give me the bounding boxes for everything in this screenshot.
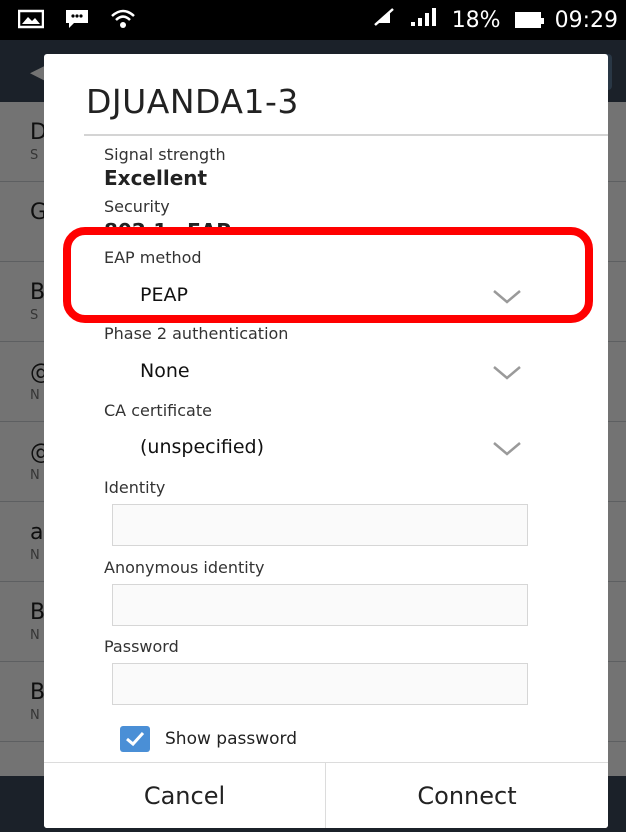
title-divider [84, 134, 608, 136]
ca-certificate-dropdown[interactable]: (unspecified) [104, 428, 544, 470]
show-password-label: Show password [165, 729, 297, 749]
identity-input[interactable] [112, 504, 528, 546]
dialog-title: DJUANDA1-3 [86, 82, 299, 121]
cancel-button[interactable]: Cancel [44, 763, 326, 828]
wifi-icon [110, 8, 136, 34]
dialog-button-row: Cancel Connect [44, 762, 608, 828]
show-password-checkbox[interactable] [120, 726, 150, 752]
signal-strength-label: Signal strength [104, 145, 226, 164]
security-label: Security [104, 197, 170, 216]
phase2-auth-label: Phase 2 authentication [104, 324, 289, 343]
password-input[interactable] [112, 663, 528, 705]
connect-button[interactable]: Connect [326, 763, 608, 828]
signal-strength-value: Excellent [104, 166, 208, 190]
no-sim-icon [372, 7, 396, 33]
bbm-icon [64, 8, 90, 34]
identity-label: Identity [104, 478, 166, 497]
signal-icon [410, 7, 438, 33]
password-label: Password [104, 637, 179, 656]
chevron-down-icon [493, 366, 521, 380]
clock: 09:29 [554, 7, 618, 33]
checkmark-icon [126, 731, 145, 747]
anonymous-identity-label: Anonymous identity [104, 558, 265, 577]
battery-icon [514, 12, 544, 28]
phase2-auth-value: None [140, 360, 190, 382]
ca-certificate-label: CA certificate [104, 401, 212, 420]
gallery-icon [17, 9, 45, 33]
ca-certificate-value: (unspecified) [140, 436, 265, 458]
battery-percent: 18% [451, 7, 501, 33]
anonymous-identity-input[interactable] [112, 584, 528, 626]
phase2-auth-dropdown[interactable]: None [104, 352, 544, 394]
chevron-down-icon [493, 442, 521, 456]
wifi-config-dialog: DJUANDA1-3 Signal strength Excellent Sec… [44, 54, 608, 828]
eap-method-highlight [63, 227, 593, 323]
status-bar: 18% 09:29 [0, 0, 626, 40]
